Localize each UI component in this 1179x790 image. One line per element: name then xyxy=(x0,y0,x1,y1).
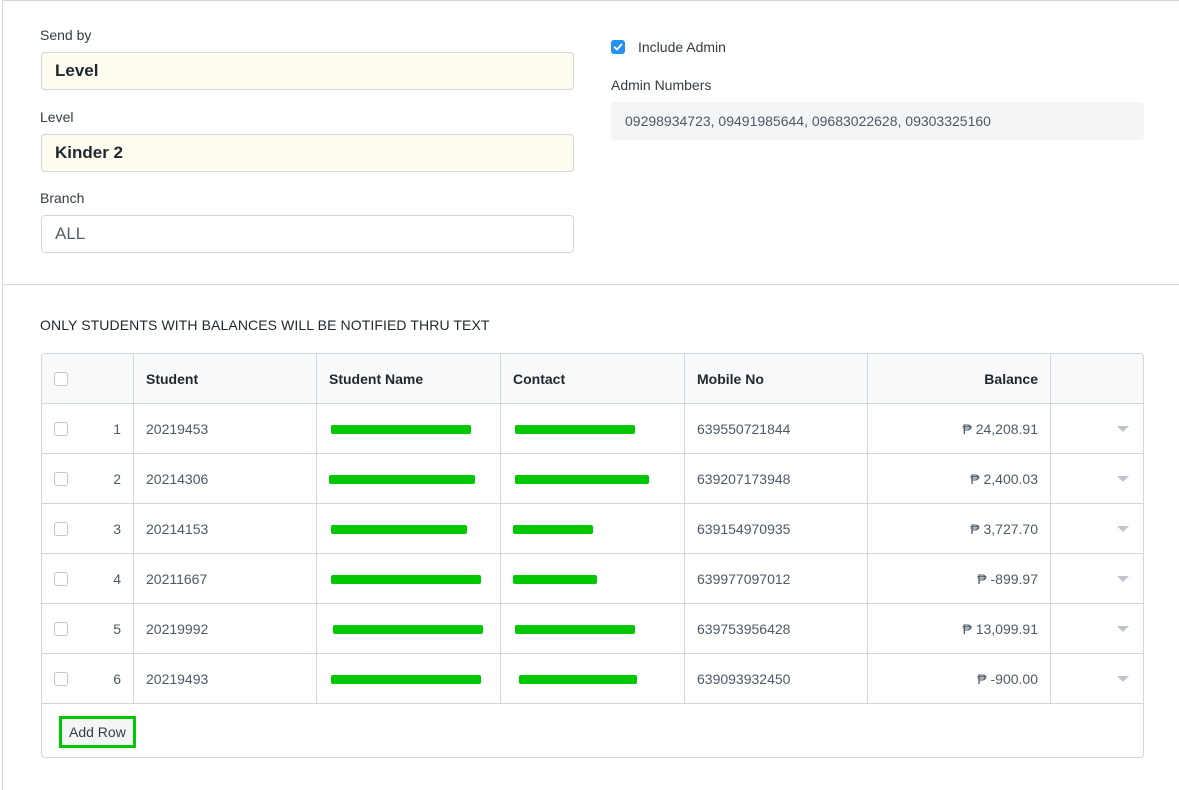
row-number: 3 xyxy=(113,520,121,537)
chevron-down-icon[interactable] xyxy=(1117,425,1129,432)
balance-cell[interactable]: ₱ 2,400.03 xyxy=(868,454,1051,503)
balance-cell[interactable]: ₱ 13,099.91 xyxy=(868,604,1051,653)
level-label: Level xyxy=(40,109,74,125)
student-name-cell[interactable] xyxy=(317,604,501,653)
contact-cell[interactable] xyxy=(501,504,685,553)
student-name-cell[interactable] xyxy=(317,654,501,703)
table-row[interactable]: 6 20219493 639093932450 ₱ -900.00 xyxy=(42,654,1143,704)
row-number: 4 xyxy=(113,570,121,587)
contact-cell[interactable] xyxy=(501,554,685,603)
chevron-down-icon[interactable] xyxy=(1117,625,1129,632)
redaction-mark xyxy=(329,475,475,484)
checkbox-checked-icon[interactable] xyxy=(611,40,625,54)
mobile-cell[interactable]: 639093932450 xyxy=(685,654,868,703)
chevron-down-icon[interactable] xyxy=(1117,525,1129,532)
row-checkbox[interactable] xyxy=(54,671,68,686)
student-cell[interactable]: 20211667 xyxy=(134,554,317,603)
row-checkbox[interactable] xyxy=(54,621,68,636)
row-number: 6 xyxy=(113,670,121,687)
balance-cell[interactable]: ₱ -900.00 xyxy=(868,654,1051,703)
row-checkbox[interactable] xyxy=(54,521,68,536)
table-row[interactable]: 3 20214153 639154970935 ₱ 3,727.70 xyxy=(42,504,1143,554)
header-mobile-no: Mobile No xyxy=(685,354,868,403)
redaction-mark xyxy=(513,525,593,534)
student-cell[interactable]: 20219493 xyxy=(134,654,317,703)
table-row[interactable]: 5 20219992 639753956428 ₱ 13,099.91 xyxy=(42,604,1143,654)
row-checkbox[interactable] xyxy=(54,421,68,436)
redaction-mark xyxy=(515,425,635,434)
contact-cell[interactable] xyxy=(501,654,685,703)
student-cell[interactable]: 20214153 xyxy=(134,504,317,553)
balance-cell[interactable]: ₱ -899.97 xyxy=(868,554,1051,603)
include-admin-label: Include Admin xyxy=(638,39,726,55)
select-all-checkbox[interactable] xyxy=(54,371,68,386)
redaction-mark xyxy=(331,675,481,684)
chevron-down-icon[interactable] xyxy=(1117,475,1129,482)
table-row[interactable]: 1 20219453 639550721844 ₱ 24,208.91 xyxy=(42,404,1143,454)
redaction-mark xyxy=(331,525,467,534)
admin-numbers-field: 09298934723, 09491985644, 09683022628, 0… xyxy=(611,102,1144,140)
header-contact: Contact xyxy=(501,354,685,403)
mobile-cell[interactable]: 639550721844 xyxy=(685,404,868,453)
notice-text: ONLY STUDENTS WITH BALANCES WILL BE NOTI… xyxy=(40,317,490,333)
student-name-cell[interactable] xyxy=(317,454,501,503)
contact-cell[interactable] xyxy=(501,404,685,453)
branch-field[interactable]: ALL xyxy=(41,215,574,253)
student-cell[interactable]: 20219992 xyxy=(134,604,317,653)
redaction-mark xyxy=(513,575,597,584)
redaction-mark xyxy=(331,575,481,584)
student-cell[interactable]: 20219453 xyxy=(134,404,317,453)
redaction-mark xyxy=(333,625,483,634)
include-admin-checkbox[interactable]: Include Admin xyxy=(611,39,726,55)
redaction-mark xyxy=(515,475,649,484)
table-row[interactable]: 2 20214306 639207173948 ₱ 2,400.03 xyxy=(42,454,1143,504)
students-table: Student Student Name Contact Mobile No B… xyxy=(41,353,1144,758)
mobile-cell[interactable]: 639977097012 xyxy=(685,554,868,603)
student-cell[interactable]: 20214306 xyxy=(134,454,317,503)
contact-cell[interactable] xyxy=(501,604,685,653)
row-checkbox[interactable] xyxy=(54,571,68,586)
balance-cell[interactable]: ₱ 24,208.91 xyxy=(868,404,1051,453)
send-by-label: Send by xyxy=(40,27,92,43)
row-checkbox[interactable] xyxy=(54,471,68,486)
table-header: Student Student Name Contact Mobile No B… xyxy=(42,354,1143,404)
redaction-mark xyxy=(519,675,637,684)
header-balance: Balance xyxy=(868,354,1051,403)
admin-numbers-label: Admin Numbers xyxy=(611,77,712,93)
student-name-cell[interactable] xyxy=(317,554,501,603)
redaction-mark xyxy=(331,425,471,434)
send-by-select[interactable]: Level xyxy=(41,52,574,90)
add-row-button[interactable]: Add Row xyxy=(59,716,136,748)
chevron-down-icon[interactable] xyxy=(1117,575,1129,582)
level-select[interactable]: Kinder 2 xyxy=(41,134,574,172)
branch-label: Branch xyxy=(40,190,85,206)
section-divider xyxy=(2,284,1179,285)
row-number: 1 xyxy=(113,420,121,437)
header-student: Student xyxy=(134,354,317,403)
header-student-name: Student Name xyxy=(317,354,501,403)
student-name-cell[interactable] xyxy=(317,404,501,453)
balance-cell[interactable]: ₱ 3,727.70 xyxy=(868,504,1051,553)
mobile-cell[interactable]: 639207173948 xyxy=(685,454,868,503)
mobile-cell[interactable]: 639753956428 xyxy=(685,604,868,653)
mobile-cell[interactable]: 639154970935 xyxy=(685,504,868,553)
chevron-down-icon[interactable] xyxy=(1117,675,1129,682)
student-name-cell[interactable] xyxy=(317,504,501,553)
contact-cell[interactable] xyxy=(501,454,685,503)
row-number: 2 xyxy=(113,470,121,487)
table-row[interactable]: 4 20211667 639977097012 ₱ -899.97 xyxy=(42,554,1143,604)
row-number: 5 xyxy=(113,620,121,637)
redaction-mark xyxy=(515,625,635,634)
